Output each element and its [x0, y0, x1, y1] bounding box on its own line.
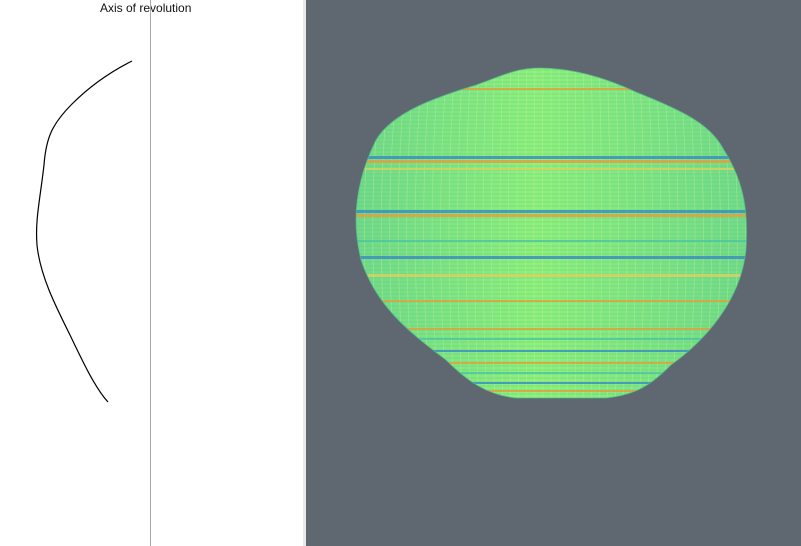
- mesh-color-band: [356, 210, 747, 213]
- mesh-color-band: [356, 382, 747, 384]
- mesh-body: [356, 68, 747, 398]
- mesh-color-band: [356, 338, 747, 340]
- mesh-color-band: [356, 168, 747, 170]
- mesh-color-band: [356, 300, 747, 302]
- profile-editor-panel[interactable]: Axis of revolution: [0, 0, 303, 546]
- revolved-surface-mesh[interactable]: [339, 60, 771, 410]
- mesh-color-band: [356, 256, 747, 259]
- mesh-color-band: [356, 160, 747, 163]
- mesh-color-band: [356, 214, 747, 217]
- mesh-color-band: [356, 390, 747, 392]
- mesh-color-band: [356, 88, 747, 90]
- mesh-meridian-line: [751, 62, 763, 405]
- mesh-meridian-line: [759, 62, 771, 405]
- mesh-color-band: [356, 372, 747, 374]
- mesh-color-band: [356, 274, 747, 277]
- mesh-color-band: [356, 362, 747, 364]
- 3d-viewport[interactable]: [306, 0, 801, 546]
- mesh-meridian-line: [339, 62, 351, 405]
- profile-curve[interactable]: [35, 60, 133, 403]
- mesh-color-band: [356, 350, 747, 352]
- profile-canvas[interactable]: [0, 0, 303, 546]
- mesh-color-band: [356, 156, 747, 159]
- viewport-canvas[interactable]: [306, 0, 801, 546]
- mesh-color-band: [356, 240, 747, 242]
